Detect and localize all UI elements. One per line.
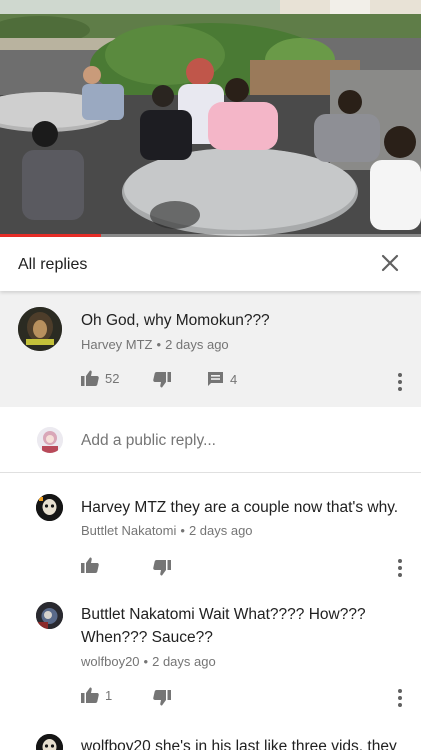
comment-author[interactable]: Buttlet Nakatomi [81, 523, 176, 538]
comment-author[interactable]: wolfboy20 [81, 654, 140, 669]
comment-meta: Buttlet Nakatomi • 2 days ago [81, 523, 253, 538]
comment-time: 2 days ago [188, 523, 253, 538]
comment-text: Buttlet Nakatomi Wait What???? How??? Wh… [81, 603, 366, 649]
comment-time: 2 days ago [165, 337, 229, 352]
thumbs-down-icon [153, 560, 171, 576]
avatar[interactable] [36, 734, 63, 750]
video-frame-image [0, 0, 421, 237]
comment-text: Oh God, why Momokun??? [81, 312, 270, 329]
comment-meta: Harvey MTZ • 2 days ago [81, 337, 229, 352]
comment-text-line: When??? Sauce?? [81, 629, 213, 646]
reply-item: Buttlet Nakatomi Wait What???? How??? Wh… [0, 584, 421, 718]
like-button[interactable]: 1 [81, 687, 112, 703]
thumbs-up-icon [81, 687, 99, 703]
comment-text: wolfboy20 she's in his last like three v… [81, 738, 397, 750]
thumbs-down-icon [153, 372, 171, 388]
reply-item: wolfboy20 she's in his last like three v… [0, 718, 421, 750]
comment-text: Harvey MTZ they are a couple now that's … [81, 499, 399, 516]
comment-icon [208, 372, 223, 386]
meta-separator: • [156, 337, 162, 352]
close-icon[interactable] [379, 252, 401, 274]
avatar[interactable] [36, 602, 63, 629]
dislike-button[interactable] [153, 372, 171, 388]
comment-time: 2 days ago [152, 654, 216, 669]
add-reply-field[interactable]: Add a public reply... [0, 407, 421, 473]
more-options-icon[interactable] [397, 373, 403, 391]
like-count: 1 [105, 687, 113, 703]
dislike-button[interactable] [153, 560, 171, 576]
parent-comment: Oh God, why Momokun??? Harvey MTZ • 2 days… [0, 291, 421, 407]
reply-item: Harvey MTZ they are a couple now that's … [0, 474, 421, 584]
thumbs-up-icon [81, 370, 99, 386]
avatar[interactable] [18, 307, 62, 351]
meta-separator: • [180, 523, 185, 538]
avatar[interactable] [36, 494, 63, 521]
reply-button[interactable]: 4 [207, 371, 237, 387]
replies-title: All replies [18, 256, 88, 273]
video-player[interactable] [0, 0, 421, 237]
more-options-icon[interactable] [397, 689, 403, 707]
more-options-icon[interactable] [397, 559, 403, 577]
like-count: 52 [105, 370, 120, 386]
like-button[interactable]: 52 [81, 370, 119, 386]
thumbs-down-icon [153, 690, 171, 706]
comment-meta: wolfboy20 • 2 days ago [81, 654, 216, 669]
add-reply-input[interactable]: Add a public reply... [81, 432, 216, 450]
replies-header: All replies [0, 237, 421, 291]
dislike-button[interactable] [153, 690, 171, 706]
reply-count: 4 [230, 371, 238, 387]
like-button[interactable] [81, 557, 99, 573]
meta-separator: • [143, 654, 149, 669]
comment-text-line: Buttlet Nakatomi Wait What???? How??? [81, 606, 366, 623]
thumbs-up-icon [81, 557, 99, 573]
avatar [37, 427, 63, 453]
comment-author[interactable]: Harvey MTZ [81, 337, 153, 352]
